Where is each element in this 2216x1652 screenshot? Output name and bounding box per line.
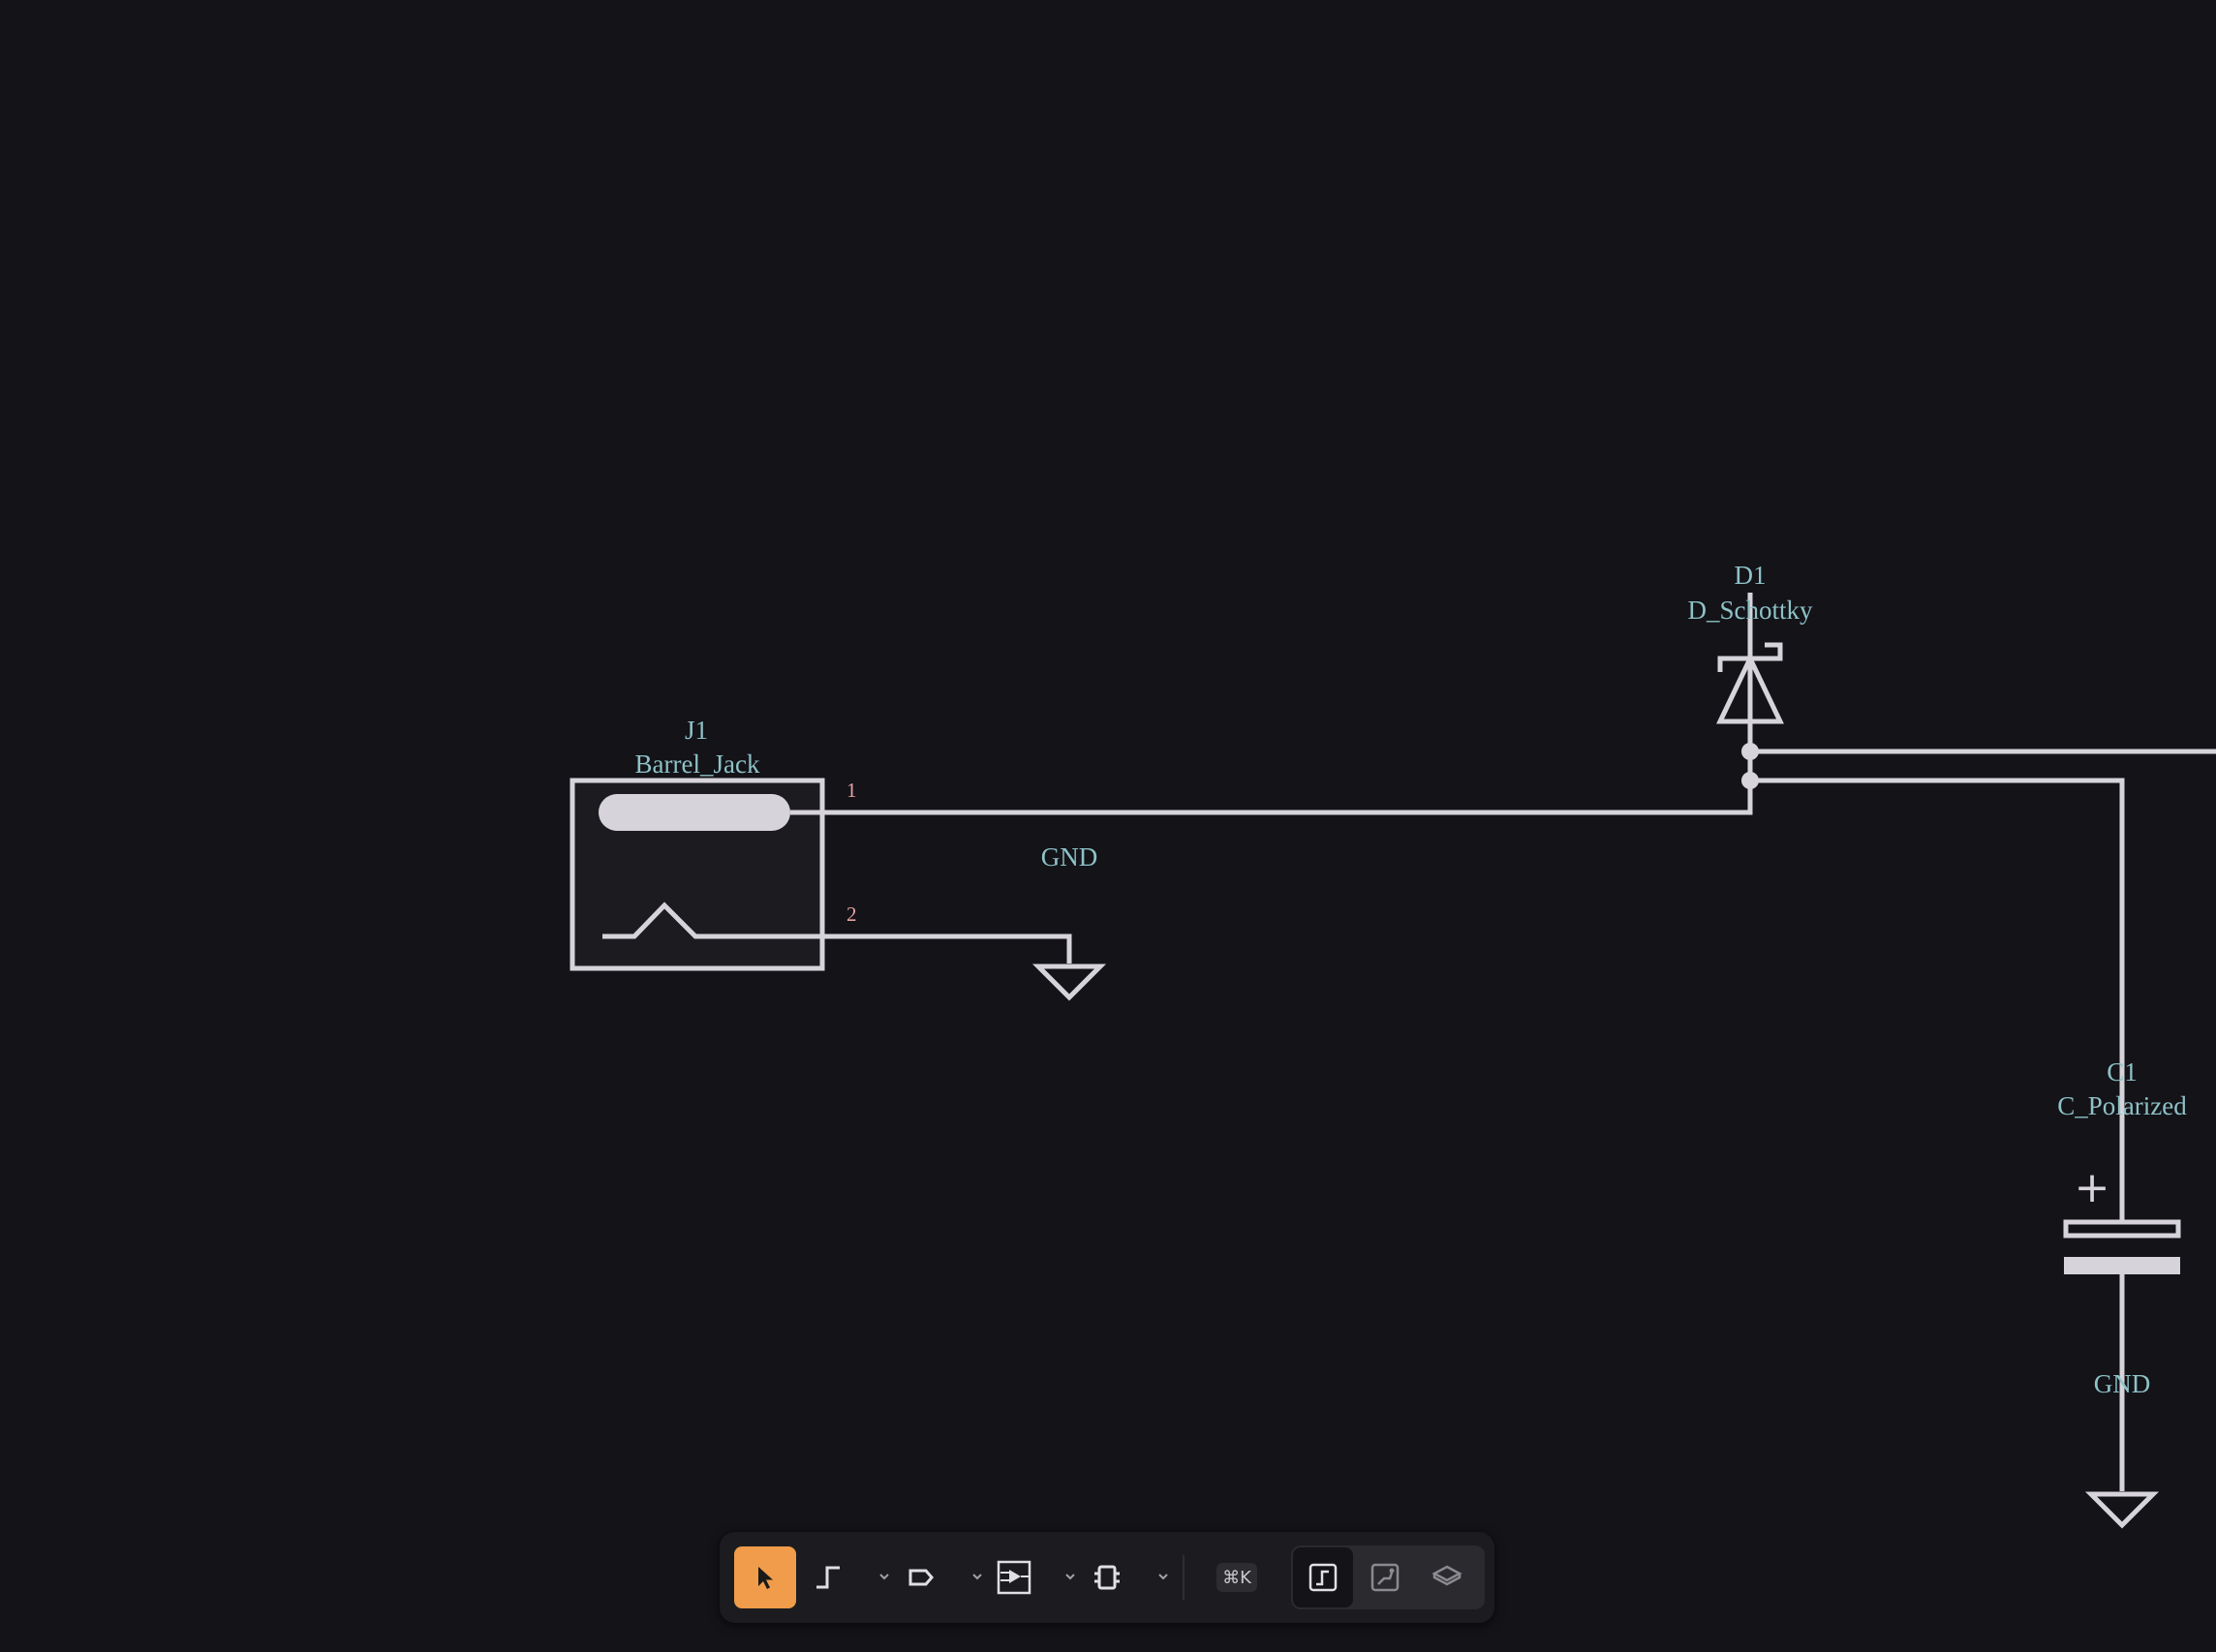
- command-palette-shortcut[interactable]: ⌘K: [1216, 1563, 1257, 1592]
- pcb-view-button[interactable]: [1355, 1547, 1415, 1607]
- j1-pin-2-number: 2: [846, 902, 857, 926]
- c1-polarity-mark: +: [2075, 1163, 2110, 1212]
- cursor-arrow-icon: [758, 1567, 773, 1589]
- c1-ref-label: C1: [2107, 1057, 2138, 1086]
- junction-dot: [1741, 743, 1759, 760]
- select-tool-button[interactable]: [734, 1546, 796, 1608]
- gnd-net-label-2: GND: [2094, 1369, 2151, 1398]
- barrel-jack-symbol[interactable]: [569, 778, 825, 971]
- pcb-view-icon: [1370, 1563, 1400, 1592]
- j1-pin-1-number: 1: [846, 779, 857, 802]
- chevron-down-icon: [879, 1574, 889, 1580]
- chip-tool-button[interactable]: [1076, 1546, 1138, 1608]
- chevron-down-icon: [972, 1574, 982, 1580]
- wire-c1-top[interactable]: [1750, 778, 2125, 1222]
- place-symbol-tool-button[interactable]: [983, 1546, 1045, 1608]
- j1-ref-label: J1: [685, 716, 708, 745]
- chip-icon: [1094, 1565, 1120, 1590]
- gnd-symbol-2[interactable]: [2084, 1491, 2160, 1529]
- view-switcher: [1291, 1545, 1485, 1609]
- 3d-view-button[interactable]: [1417, 1547, 1477, 1607]
- net-label-tool-button[interactable]: [890, 1546, 952, 1608]
- schematic-view-button[interactable]: [1293, 1547, 1353, 1607]
- net-label-icon: [908, 1569, 934, 1586]
- junction-dot: [1741, 772, 1759, 789]
- polarized-capacitor-symbol[interactable]: [2063, 1219, 2181, 1274]
- wire-icon: [816, 1566, 840, 1589]
- jack-pin-barrel: [599, 794, 790, 831]
- d1-ref-label: D1: [1735, 561, 1767, 590]
- bottom-toolbar: ⌘K: [720, 1532, 1494, 1623]
- wire-vin[interactable]: [790, 780, 1753, 815]
- schematic-view-icon: [1308, 1563, 1338, 1592]
- schematic-canvas[interactable]: J1 Barrel_Jack 1 2 GND D1 D_Schottky + C…: [0, 0, 2216, 1652]
- gnd-symbol-1[interactable]: [1031, 964, 1107, 1001]
- 3d-view-icon: [1431, 1565, 1462, 1586]
- gnd-net-label-1: GND: [1041, 842, 1098, 872]
- chevron-down-icon: [1065, 1574, 1075, 1580]
- wire-tool-button[interactable]: [797, 1546, 859, 1608]
- c1-value-label: C_Polarized: [2057, 1091, 2187, 1120]
- chip-tool-dropdown[interactable]: [1154, 1567, 1173, 1586]
- j1-value-label: Barrel_Jack: [635, 750, 760, 779]
- toolbar-divider: [1183, 1555, 1185, 1600]
- d1-value-label: D_Schottky: [1687, 596, 1813, 625]
- symbol-icon: [997, 1560, 1031, 1595]
- wire-gnd-j1[interactable]: [822, 933, 1072, 964]
- chevron-down-icon: [1158, 1574, 1168, 1580]
